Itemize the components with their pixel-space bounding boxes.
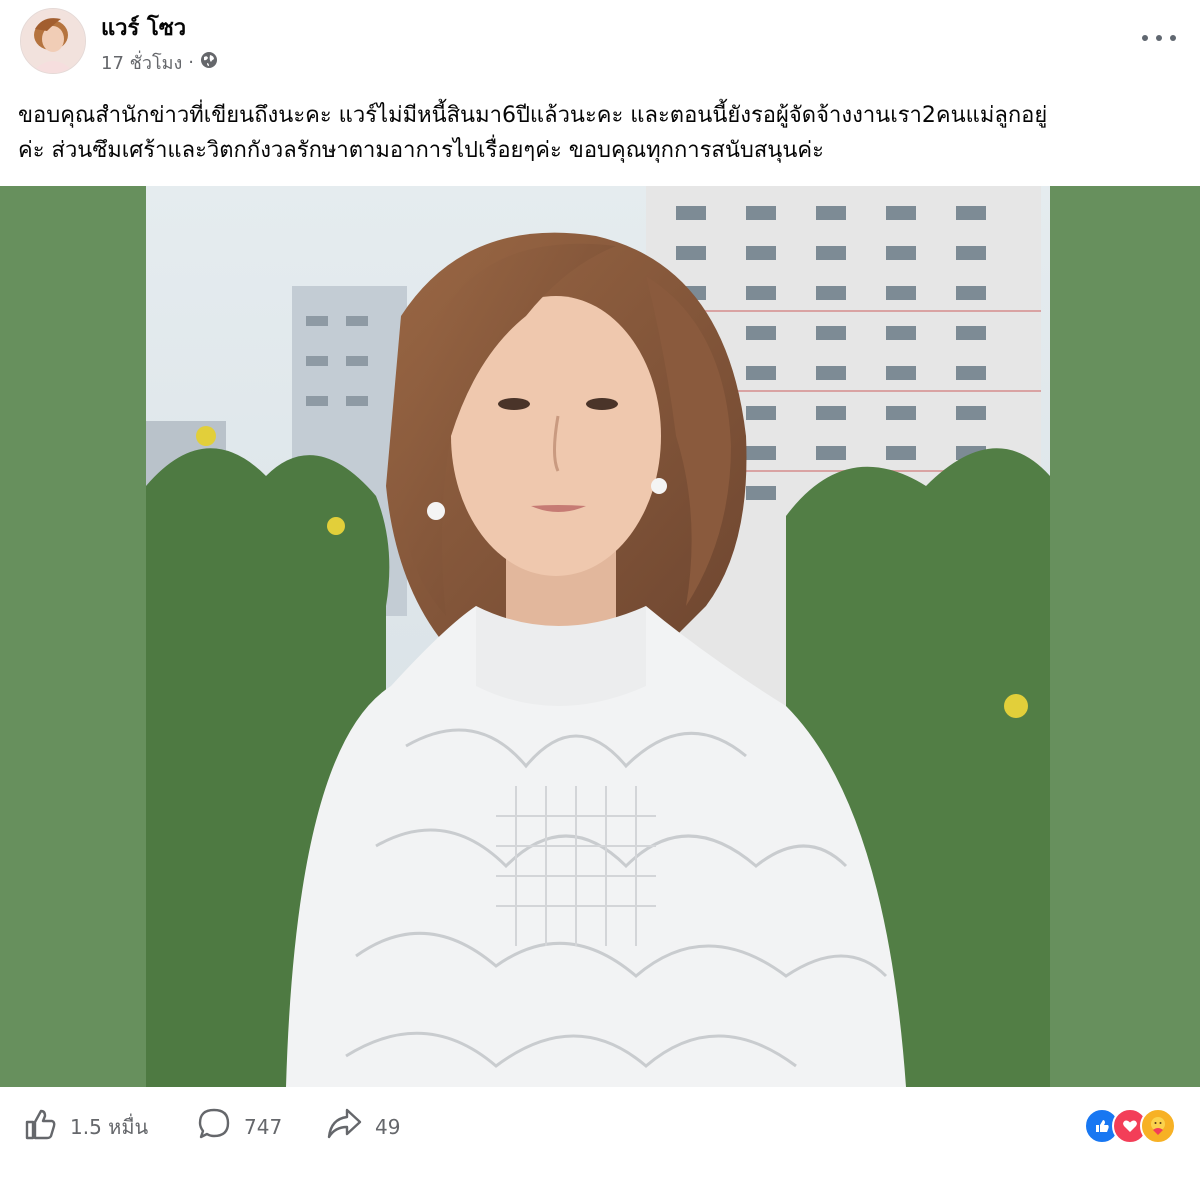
- thumbs-up-icon: [22, 1106, 58, 1147]
- post-header: แวร์ โซว 17 ชั่วโมง ·: [0, 0, 1200, 90]
- author-avatar[interactable]: [20, 8, 86, 74]
- avatar-image: [21, 9, 85, 73]
- comments-count[interactable]: 747: [244, 1115, 282, 1139]
- post-text: ขอบคุณสำนักข่าวที่เขียนถึงนะคะ แวร์ไม่มี…: [18, 98, 1183, 168]
- globe-icon[interactable]: [200, 51, 218, 74]
- meta-separator: ·: [188, 52, 195, 73]
- photo-image: [146, 186, 1050, 1087]
- share-button[interactable]: 49: [325, 1106, 400, 1147]
- post-text-line: ขอบคุณสำนักข่าวที่เขียนถึงนะคะ แวร์ไม่มี…: [18, 103, 1048, 128]
- post-photo[interactable]: [146, 186, 1050, 1087]
- post-meta: 17 ชั่วโมง ·: [101, 48, 218, 77]
- share-icon: [325, 1106, 363, 1147]
- likes-count[interactable]: 1.5 หมื่น: [70, 1111, 148, 1143]
- shares-count[interactable]: 49: [375, 1115, 400, 1139]
- post-text-line: ค่ะ ส่วนซึมเศร้าและวิตกกังวลรักษาตามอากา…: [18, 138, 824, 163]
- post-timestamp[interactable]: 17 ชั่วโมง: [101, 48, 182, 77]
- facebook-post: แวร์ โซว 17 ชั่วโมง · ขอบคุณสำนักข่าวที่…: [0, 0, 1200, 1177]
- post-footer: 1.5 หมื่น 747 49: [0, 1090, 1200, 1177]
- post-photo-container[interactable]: [0, 186, 1200, 1087]
- author-name[interactable]: แวร์ โซว: [101, 10, 186, 45]
- like-button[interactable]: 1.5 หมื่น: [22, 1106, 148, 1147]
- more-options-icon[interactable]: [1142, 32, 1176, 44]
- reactions-summary[interactable]: [1084, 1108, 1176, 1144]
- comment-icon: [196, 1106, 232, 1147]
- care-reaction-icon: [1140, 1108, 1176, 1144]
- comment-button[interactable]: 747: [196, 1106, 282, 1147]
